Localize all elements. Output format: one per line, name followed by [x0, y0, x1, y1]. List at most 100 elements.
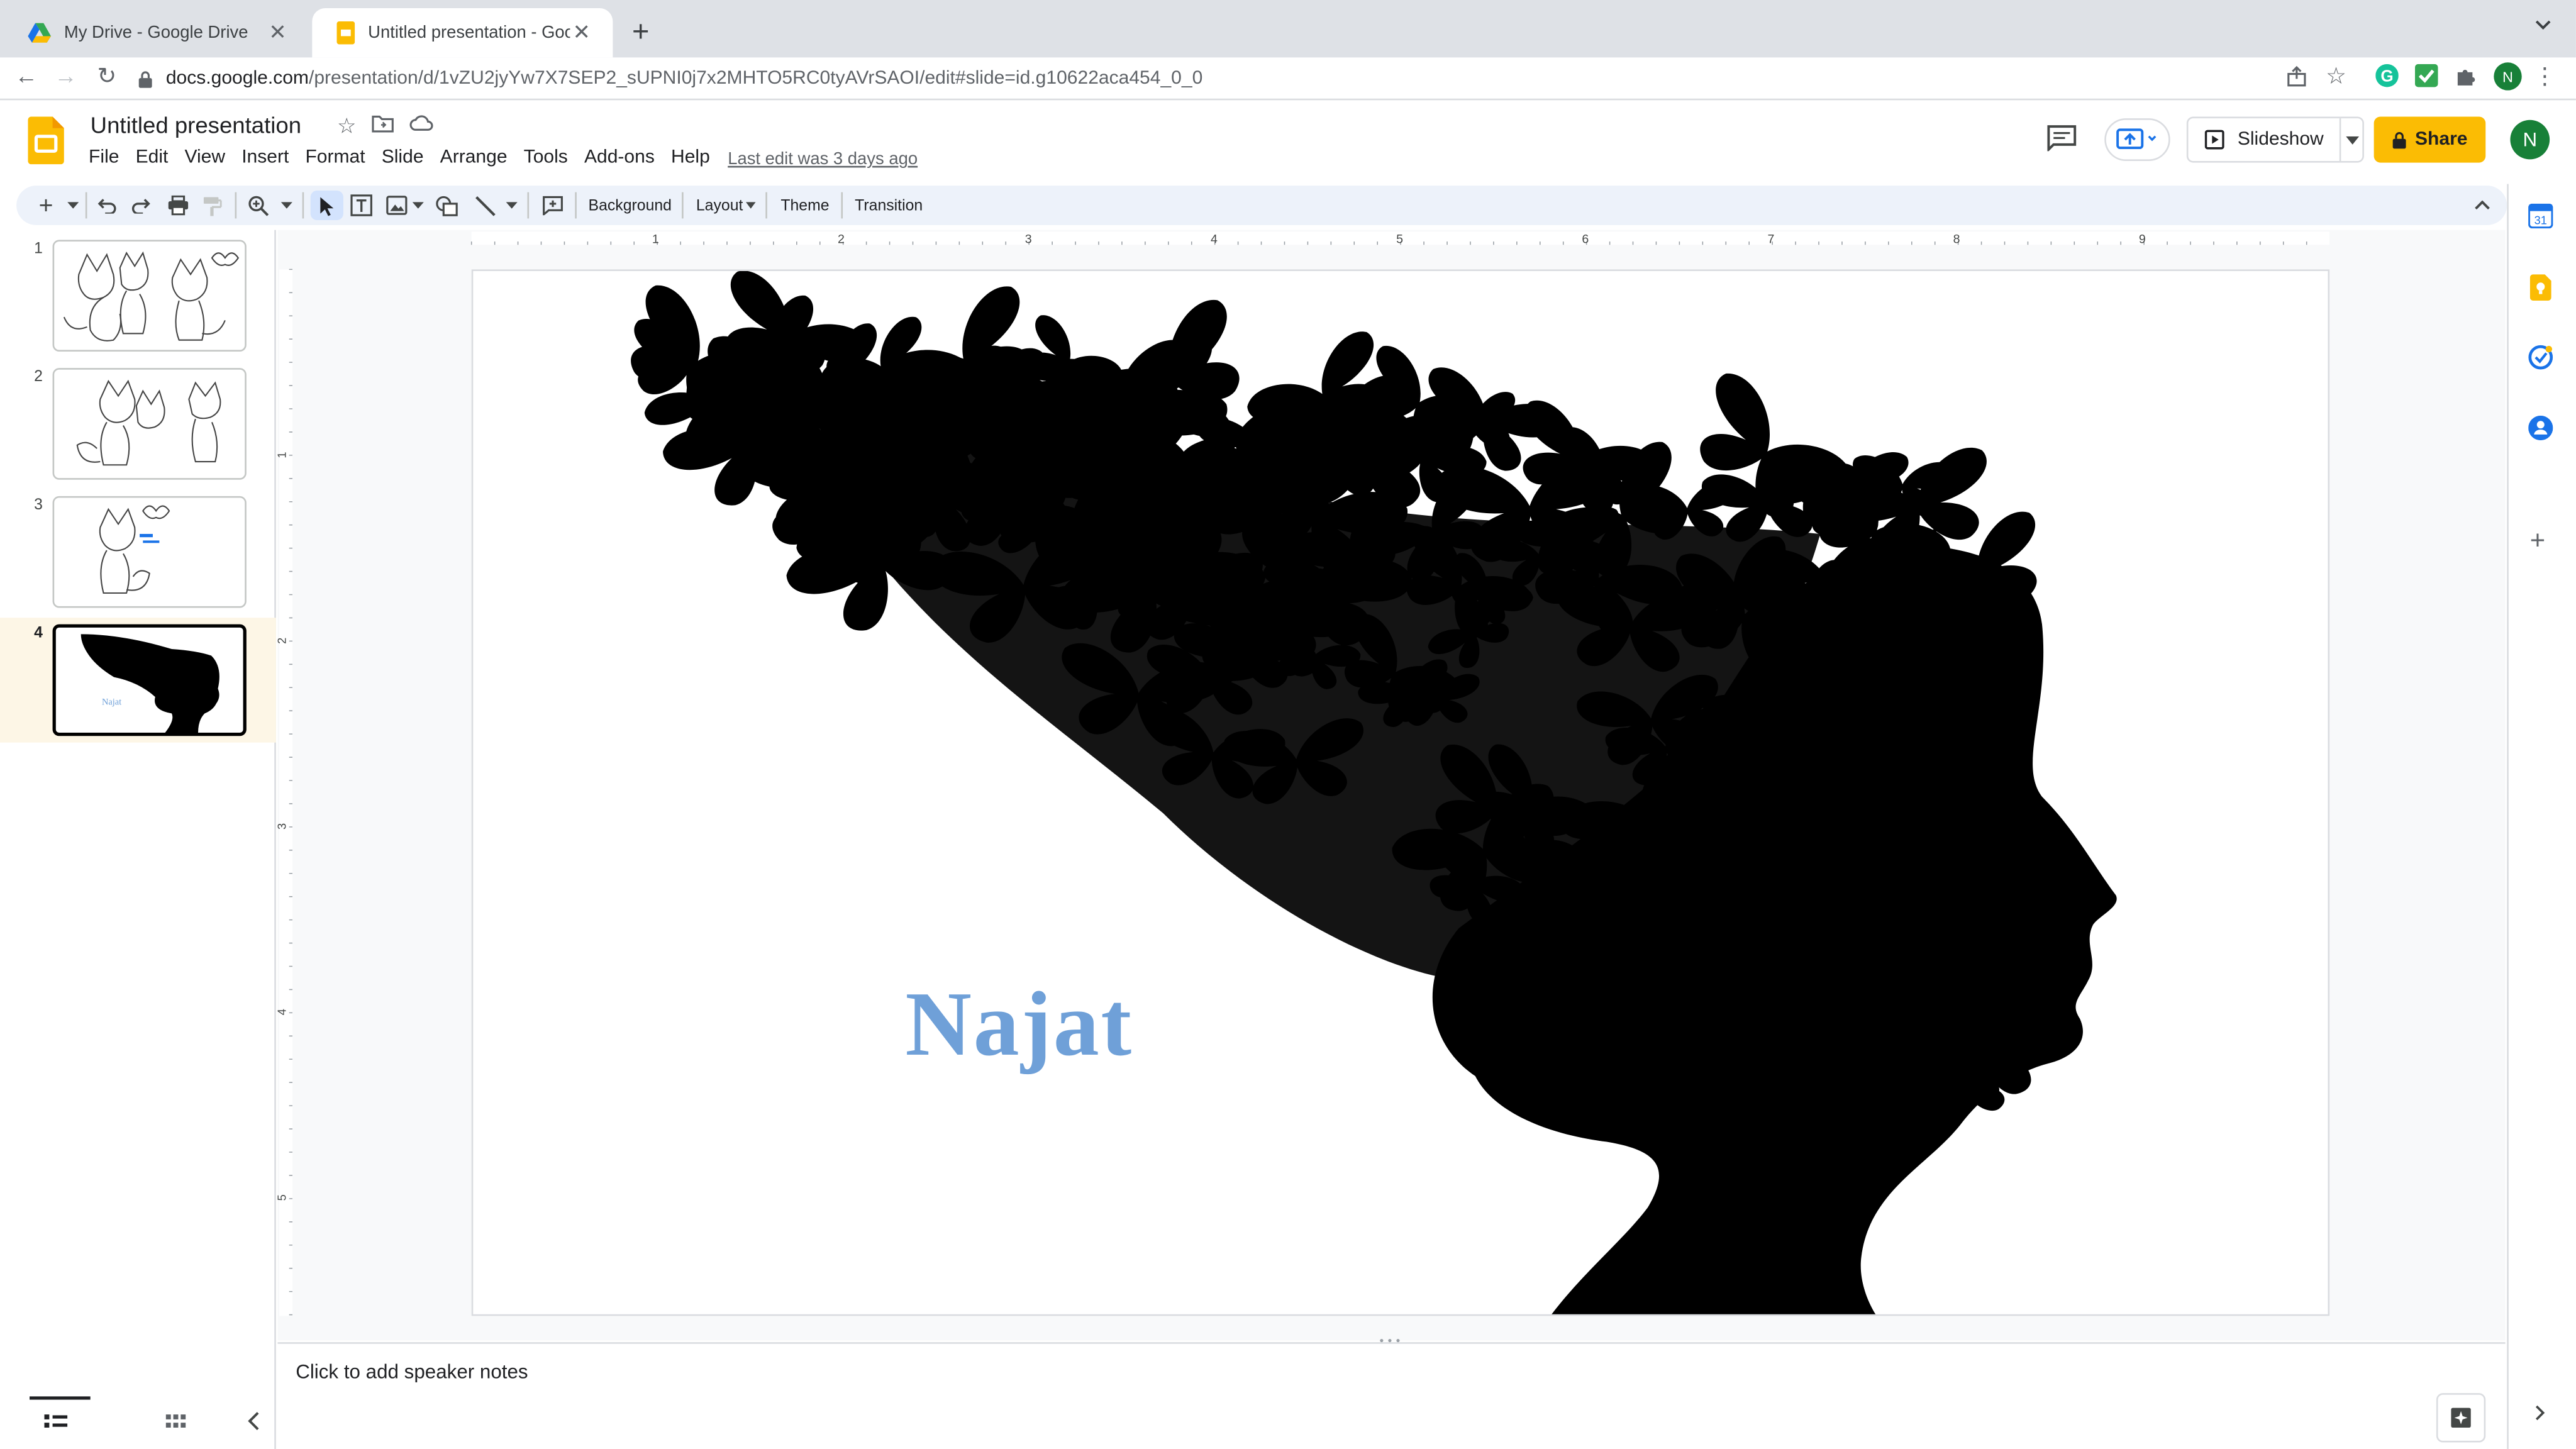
collapse-toolbar-chevron-icon[interactable] — [2469, 191, 2496, 220]
comment-history-icon[interactable] — [2047, 125, 2077, 152]
redo-icon[interactable] — [128, 191, 155, 220]
show-side-panel-chevron-icon[interactable] — [2531, 1403, 2548, 1423]
insert-image-icon[interactable] — [383, 191, 409, 220]
keep-icon[interactable] — [2529, 274, 2551, 301]
undo-icon[interactable] — [92, 191, 118, 220]
ruler-number: 7 — [1768, 233, 1775, 247]
slideshow-button[interactable]: Slideshow — [2186, 116, 2364, 163]
ruler-number: 1 — [277, 452, 288, 458]
slide-number: 3 — [34, 496, 43, 514]
chevron-down-icon[interactable] — [2533, 18, 2553, 31]
zoom-chevron-icon[interactable] — [276, 191, 296, 220]
background-button[interactable]: Background — [585, 191, 675, 220]
star-icon[interactable]: ☆ — [333, 113, 360, 140]
line-icon[interactable] — [472, 191, 498, 220]
ruler-number: 3 — [277, 823, 288, 830]
upload-present-icon — [2116, 128, 2159, 152]
menu-addons[interactable]: Add-ons — [584, 148, 655, 167]
browser-tab-drive[interactable]: My Drive - Google Drive ✕ — [3, 8, 309, 57]
more-vert-icon[interactable]: ⋮ — [2530, 61, 2560, 91]
speaker-notes-panel[interactable] — [277, 1342, 2506, 1449]
slide-thumbnail-1[interactable] — [52, 240, 247, 352]
bookmark-star-icon[interactable]: ☆ — [2321, 61, 2351, 91]
collapse-filmstrip-chevron-icon[interactable] — [243, 1409, 267, 1433]
tab-title: My Drive - Google Drive — [64, 23, 248, 43]
resize-handle-icon[interactable] — [1377, 1337, 1403, 1343]
tab-title: Untitled presentation - Google Slides — [368, 23, 570, 43]
google-slides-logo[interactable] — [28, 116, 64, 165]
ruler-number: 5 — [277, 1194, 288, 1201]
forward-icon[interactable]: → — [51, 61, 80, 91]
explore-button[interactable] — [2436, 1393, 2486, 1443]
reload-icon[interactable]: ↻ — [92, 61, 121, 91]
menu-view[interactable]: View — [185, 148, 226, 167]
close-tab-icon[interactable]: ✕ — [570, 21, 593, 45]
woman-butterfly-silhouette-image[interactable] — [473, 271, 2329, 1316]
url-path: /presentation/d/1vZU2jyYw7X7SEP2_sUPNI0j… — [308, 69, 1203, 89]
layout-button[interactable]: Layout — [693, 191, 746, 220]
grammarly-extension-icon[interactable]: G — [2372, 61, 2402, 91]
share-button[interactable]: Share — [2373, 116, 2486, 163]
ruler-number: 8 — [1953, 233, 1960, 247]
line-chevron-icon[interactable] — [502, 191, 519, 220]
slideshow-options-chevron-icon[interactable] — [2346, 136, 2360, 145]
print-icon[interactable] — [164, 191, 191, 220]
menu-arrange[interactable]: Arrange — [440, 148, 508, 167]
new-slide-chevron-icon[interactable] — [62, 191, 82, 220]
menu-file[interactable]: File — [89, 148, 119, 167]
text-box-icon[interactable] — [348, 191, 375, 220]
account-avatar[interactable]: N — [2510, 119, 2550, 160]
get-addons-plus-icon[interactable]: + — [2530, 528, 2545, 557]
menu-slide[interactable]: Slide — [382, 148, 424, 167]
paint-format-icon[interactable] — [199, 191, 225, 220]
cloud-saved-icon[interactable] — [409, 113, 435, 140]
theme-button[interactable]: Theme — [775, 191, 835, 220]
url-host: docs.google.com — [165, 69, 309, 89]
transition-button[interactable]: Transition — [851, 191, 926, 220]
menu-edit[interactable]: Edit — [136, 148, 169, 167]
ruler-number: 4 — [1211, 233, 1218, 247]
back-icon[interactable]: ← — [11, 61, 41, 91]
grid-view-icon[interactable] — [164, 1413, 187, 1432]
google-slides-icon — [336, 21, 355, 45]
tasks-icon[interactable] — [2528, 345, 2553, 370]
slide-thumbnail-2[interactable] — [52, 368, 247, 480]
present-to-meeting-button[interactable] — [2104, 118, 2170, 161]
menu-help[interactable]: Help — [671, 148, 710, 167]
document-title[interactable]: Untitled presentation — [91, 112, 301, 138]
new-tab-button[interactable]: + — [625, 15, 657, 50]
slide-canvas[interactable]: Najat — [471, 269, 2330, 1316]
share-label: Share — [2414, 130, 2468, 150]
browser-profile-avatar[interactable]: N — [2494, 62, 2522, 91]
address-bar[interactable]: docs.google.com/presentation/d/1vZU2jyYw… — [138, 62, 2364, 96]
select-cursor-icon[interactable] — [310, 191, 343, 221]
layout-chevron-icon[interactable] — [744, 191, 757, 220]
slide-title-text[interactable]: Najat — [905, 972, 1133, 1077]
lock-icon — [138, 70, 153, 88]
image-chevron-icon[interactable] — [409, 191, 425, 220]
filmstrip-view-icon[interactable] — [43, 1413, 69, 1432]
menu-insert[interactable]: Insert — [242, 148, 289, 167]
menu-format[interactable]: Format — [305, 148, 365, 167]
fox-illustration-icon — [63, 251, 240, 341]
extensions-puzzle-icon[interactable] — [2451, 61, 2480, 91]
new-slide-plus-icon[interactable]: + — [33, 191, 59, 220]
menu-tools[interactable]: Tools — [524, 148, 568, 167]
slide-thumbnail-3[interactable] — [52, 496, 247, 608]
add-comment-icon[interactable] — [539, 191, 565, 220]
checkmark-extension-icon[interactable] — [2412, 61, 2441, 91]
move-folder-icon[interactable] — [371, 113, 397, 140]
explore-sparkle-icon — [2450, 1406, 2473, 1430]
close-tab-icon[interactable]: ✕ — [266, 21, 289, 45]
zoom-icon[interactable] — [245, 191, 271, 220]
contacts-icon[interactable] — [2528, 415, 2553, 441]
shape-icon[interactable] — [434, 191, 460, 220]
share-page-icon[interactable] — [2282, 61, 2311, 91]
last-edit-link[interactable]: Last edit was 3 days ago — [728, 150, 918, 169]
speaker-notes-placeholder[interactable]: Click to add speaker notes — [296, 1360, 528, 1384]
menu-bar: File Edit View Insert Format Slide Arran… — [89, 148, 726, 167]
slide-thumbnail-4[interactable]: Najat — [52, 624, 247, 736]
svg-text:G: G — [2380, 66, 2393, 85]
browser-tab-slides[interactable]: Untitled presentation - Google Slides ✕ — [312, 8, 613, 58]
calendar-icon[interactable]: 31 — [2528, 203, 2553, 229]
